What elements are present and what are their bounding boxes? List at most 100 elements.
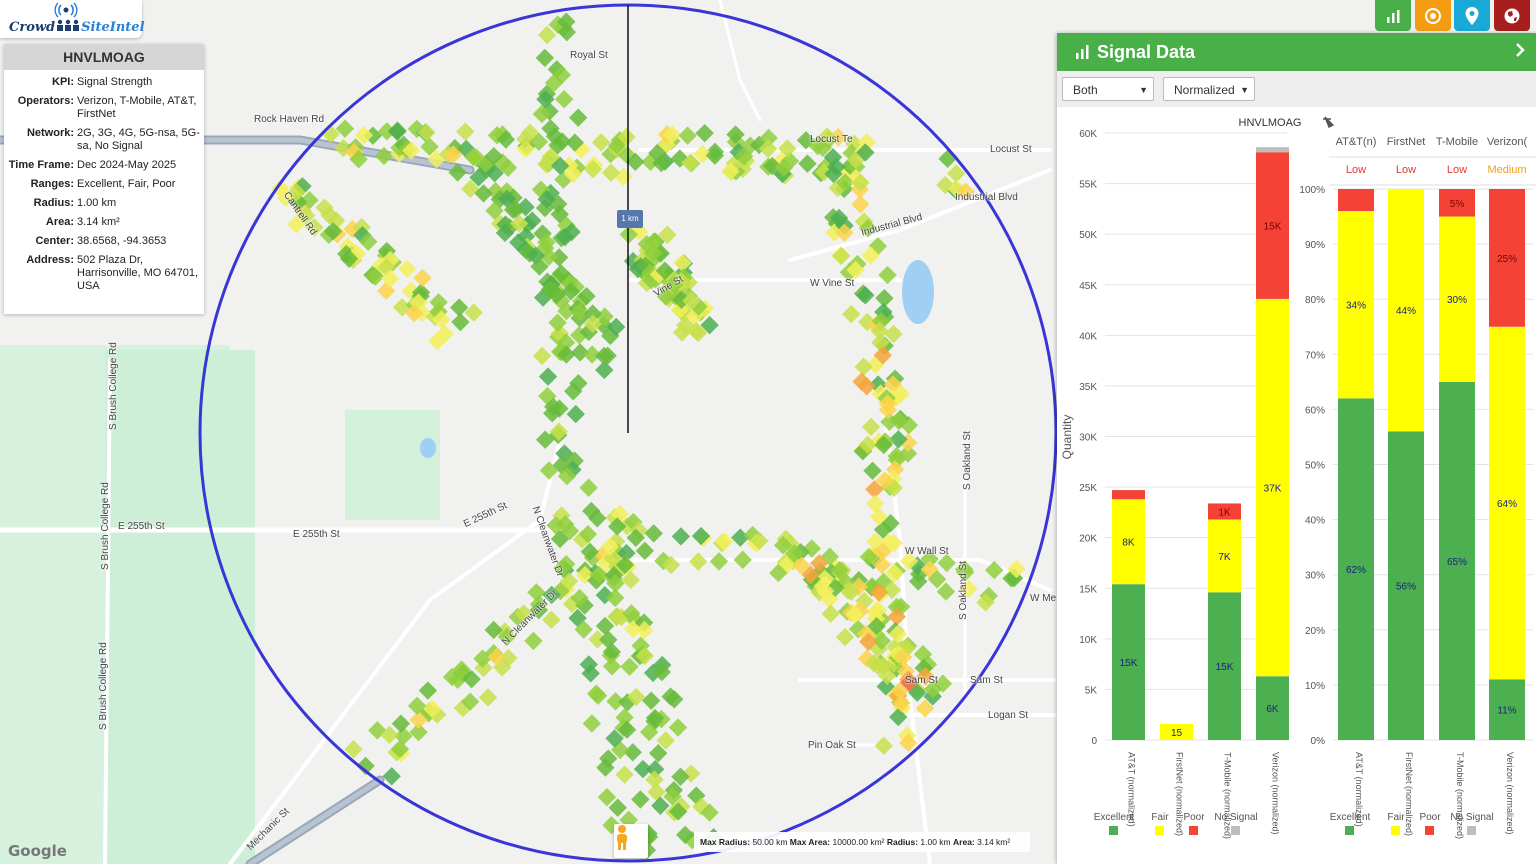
legend-label: Poor — [1419, 812, 1441, 823]
logo-text-siteintel: SiteIntel — [81, 20, 145, 35]
info-key: Center: — [35, 235, 74, 247]
y-axis-label: Quantity — [1060, 415, 1074, 460]
y-tick-label: 5K — [1085, 685, 1098, 696]
y-tick-label: 90% — [1305, 240, 1325, 251]
bar-chart-icon — [1076, 45, 1089, 59]
street-label: S Oakland St — [962, 431, 973, 490]
y-tick-label: 70% — [1305, 350, 1325, 361]
street-label: Sam St — [905, 675, 938, 686]
location-button[interactable] — [1454, 0, 1490, 31]
bar-segment — [1338, 189, 1374, 212]
info-value: Dec 2024-May 2025 — [77, 159, 177, 171]
bar-value-label: 15K — [1216, 662, 1234, 673]
bar-value-label: 44% — [1396, 306, 1416, 317]
operator-header: FirstNet — [1387, 136, 1426, 148]
street-label: Royal St — [570, 50, 608, 61]
y-tick-label: 60K — [1079, 129, 1097, 140]
bar-value-label: 64% — [1497, 499, 1517, 510]
collapse-panel-button[interactable] — [1514, 41, 1526, 64]
info-key: KPI: — [52, 76, 74, 88]
legend-label: Fair — [1387, 812, 1405, 823]
y-tick-label: 20% — [1305, 626, 1325, 637]
street-view-pegman[interactable] — [614, 824, 648, 858]
info-row: Time Frame: Dec 2024-May 2025 — [4, 159, 204, 172]
y-tick-label: 35K — [1079, 382, 1097, 393]
operator-rating: Low — [1447, 164, 1467, 176]
y-tick-label: 15K — [1079, 584, 1097, 595]
street-label: Industrial Blvd — [955, 192, 1018, 203]
radius-summary-bar: Max Radius: 50.00 km Max Area: 10000.00 … — [694, 832, 1030, 852]
area-value: 3.14 km² — [977, 837, 1011, 847]
legend-swatch — [1109, 826, 1118, 835]
y-tick-label: 30K — [1079, 433, 1097, 444]
street-label: E 255th St — [118, 521, 165, 532]
bar-value-label: 56% — [1396, 582, 1416, 593]
max-area-label: Max Area: — [789, 837, 831, 847]
mode-select[interactable]: Both ▼ — [1062, 77, 1154, 101]
view-select-value: Normalized — [1174, 83, 1235, 97]
bar-value-label: 34% — [1346, 301, 1366, 312]
street-label: E 255th St — [293, 529, 340, 540]
chevron-down-icon: ▼ — [1240, 85, 1249, 95]
filter-bar: Both ▼ Normalized ▼ — [1057, 71, 1536, 107]
bar-value-label: 11% — [1497, 706, 1516, 717]
info-value: 502 Plaza Dr, Harrisonville, MO 64701, U… — [77, 254, 199, 292]
signal-charts: HNVLMOAG 0 5K 10K 15K 20K 25K 30K 35K 40K 45K 50K 55… — [1060, 116, 1536, 839]
legend-swatch — [1189, 826, 1198, 835]
operator-rating: Low — [1396, 164, 1416, 176]
x-category-label: Verizon (normalized) — [1505, 752, 1515, 835]
chart-button[interactable] — [1375, 0, 1411, 31]
legend-label: Excellent — [1330, 812, 1371, 823]
chart-title: HNVLMOAG — [1239, 117, 1302, 129]
y-tick-label: 0 — [1091, 736, 1097, 747]
info-row: KPI: Signal Strength — [4, 76, 204, 89]
app-logo[interactable]: Crowd SiteIntel — [0, 0, 145, 38]
legend-label: No Signal — [1450, 812, 1493, 823]
operator-header: T-Mobile — [1436, 136, 1478, 148]
chevron-down-icon: ▼ — [1139, 85, 1148, 95]
street-label: S Brush College Rd — [100, 482, 111, 570]
operator-rating: Low — [1346, 164, 1366, 176]
x-category-label: Verizon (normalized) — [1271, 752, 1281, 835]
street-label: Locust Te — [810, 134, 853, 145]
bar-value-label: 37K — [1264, 484, 1282, 495]
operator-header: Verizon( — [1487, 136, 1528, 148]
view-select[interactable]: Normalized ▼ — [1163, 77, 1255, 101]
google-logo: Google — [8, 842, 67, 860]
info-value: Excellent, Fair, Poor — [77, 178, 176, 190]
signal-data-panel: Signal Data Both ▼ Normalized ▼ HNVLMOAG… — [1057, 33, 1536, 864]
bar-value-label: 15 — [1171, 728, 1183, 739]
info-value: 1.00 km — [77, 197, 117, 209]
street-label: Pin Oak St — [808, 740, 856, 751]
max-radius-label: Max Radius: — [700, 837, 751, 847]
legend-swatch — [1345, 826, 1354, 835]
street-label: W Wall St — [905, 546, 949, 557]
operator-header: AT&T(n) — [1336, 136, 1377, 148]
info-row: Center: 38.6568, -94.3653 — [4, 235, 204, 248]
bar-value-label: 8K — [1122, 538, 1135, 549]
street-label: S Brush College Rd — [98, 642, 109, 730]
street-label: W Me — [1030, 593, 1057, 604]
y-tick-label: 50% — [1305, 461, 1325, 472]
globe-icon — [1504, 8, 1520, 23]
bar-value-label: 15K — [1120, 658, 1138, 669]
info-row: Area: 3.14 km² — [4, 216, 204, 229]
bar-value-label: 15K — [1264, 222, 1282, 233]
y-tick-label: 0% — [1311, 736, 1326, 747]
area-label: Area: — [953, 837, 975, 847]
info-value: 3.14 km² — [77, 216, 120, 228]
info-key: Radius: — [33, 197, 74, 209]
y-tick-label: 40K — [1079, 331, 1097, 342]
broadcast-icon — [54, 2, 78, 18]
street-label: Locust St — [990, 144, 1032, 155]
globe-button[interactable] — [1494, 0, 1530, 31]
logo-text-crowd: Crowd — [9, 20, 56, 35]
legend-swatch — [1467, 826, 1476, 835]
y-tick-label: 50K — [1079, 230, 1097, 241]
info-key: Network: — [26, 127, 74, 139]
target-icon — [1425, 7, 1441, 24]
max-area-value: 10000.00 km² — [832, 837, 885, 847]
target-button[interactable] — [1415, 0, 1451, 31]
bar-value-label: 30% — [1447, 295, 1467, 306]
map-pin-icon — [1465, 6, 1479, 25]
